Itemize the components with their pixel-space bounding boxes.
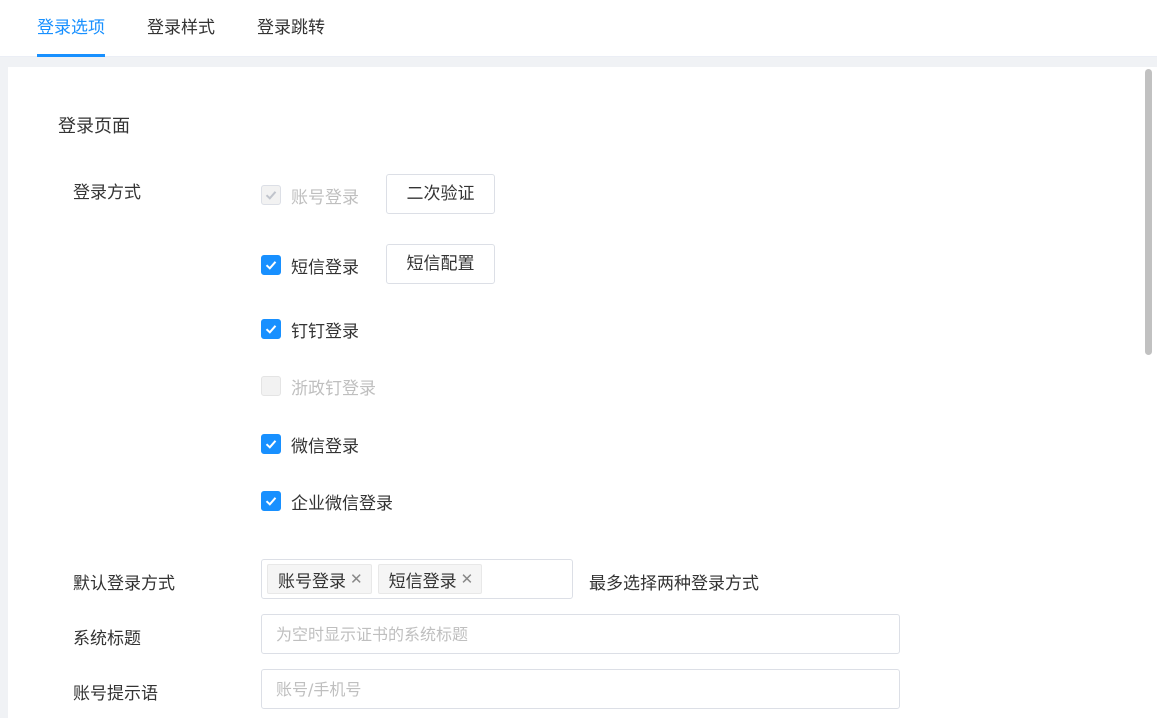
tag-label: 账号登录 bbox=[278, 571, 346, 592]
section-title: 登录页面 bbox=[58, 116, 130, 137]
default-login-label: 默认登录方式 bbox=[73, 574, 175, 594]
sms-login-checkbox[interactable] bbox=[261, 255, 281, 275]
wechat-login-checkbox[interactable] bbox=[261, 434, 281, 454]
tag-sms-login: 短信登录 ✕ bbox=[377, 564, 483, 594]
system-title-label: 系统标题 bbox=[73, 629, 141, 649]
default-login-select[interactable]: 账号登录 ✕ 短信登录 ✕ bbox=[261, 559, 573, 599]
wechat-login-label[interactable]: 微信登录 bbox=[291, 432, 359, 457]
zzd-login-label: 浙政钉登录 bbox=[291, 378, 376, 399]
zzd-login-checkbox bbox=[261, 376, 281, 396]
sms-config-button[interactable]: 短信配置 bbox=[386, 244, 495, 284]
scrollbar-thumb[interactable] bbox=[1145, 69, 1152, 355]
system-title-input[interactable] bbox=[261, 614, 900, 654]
account-hint-label: 账号提示语 bbox=[73, 684, 158, 704]
option-dingtalk-login[interactable]: 钉钉登录 bbox=[261, 317, 359, 342]
account-hint-input[interactable] bbox=[261, 669, 900, 709]
login-methods-label: 登录方式 bbox=[73, 183, 141, 203]
tag-label: 短信登录 bbox=[388, 571, 457, 592]
option-wechat-login[interactable]: 微信登录 bbox=[261, 432, 359, 457]
account-login-checkbox bbox=[261, 185, 281, 205]
tab-login-redirect[interactable]: 登录跳转 bbox=[257, 0, 325, 57]
wecom-login-label[interactable]: 企业微信登录 bbox=[291, 489, 393, 514]
close-icon[interactable]: ✕ bbox=[461, 570, 474, 588]
tab-login-style[interactable]: 登录样式 bbox=[147, 0, 215, 57]
dingtalk-login-checkbox[interactable] bbox=[261, 319, 281, 339]
check-icon bbox=[265, 497, 277, 506]
scrollbar[interactable] bbox=[1140, 67, 1157, 718]
option-sms-login[interactable]: 短信登录 bbox=[261, 253, 359, 278]
check-icon bbox=[265, 261, 277, 270]
close-icon[interactable]: ✕ bbox=[350, 570, 363, 588]
account-login-label: 账号登录 bbox=[291, 187, 359, 208]
tag-account-login: 账号登录 ✕ bbox=[267, 564, 372, 594]
tab-login-options[interactable]: 登录选项 bbox=[37, 0, 105, 57]
option-zzd-login: 浙政钉登录 bbox=[261, 376, 376, 399]
second-verification-button[interactable]: 二次验证 bbox=[386, 174, 495, 214]
default-login-hint: 最多选择两种登录方式 bbox=[589, 574, 759, 594]
dingtalk-login-label[interactable]: 钉钉登录 bbox=[291, 317, 359, 342]
option-wecom-login[interactable]: 企业微信登录 bbox=[261, 489, 393, 514]
option-account-login: 账号登录 bbox=[261, 185, 359, 208]
wecom-login-checkbox[interactable] bbox=[261, 491, 281, 511]
sms-login-label[interactable]: 短信登录 bbox=[291, 253, 359, 278]
tab-bar: 登录选项 登录样式 登录跳转 bbox=[0, 0, 1157, 57]
check-icon bbox=[265, 191, 277, 200]
check-icon bbox=[265, 325, 277, 334]
check-icon bbox=[265, 440, 277, 449]
